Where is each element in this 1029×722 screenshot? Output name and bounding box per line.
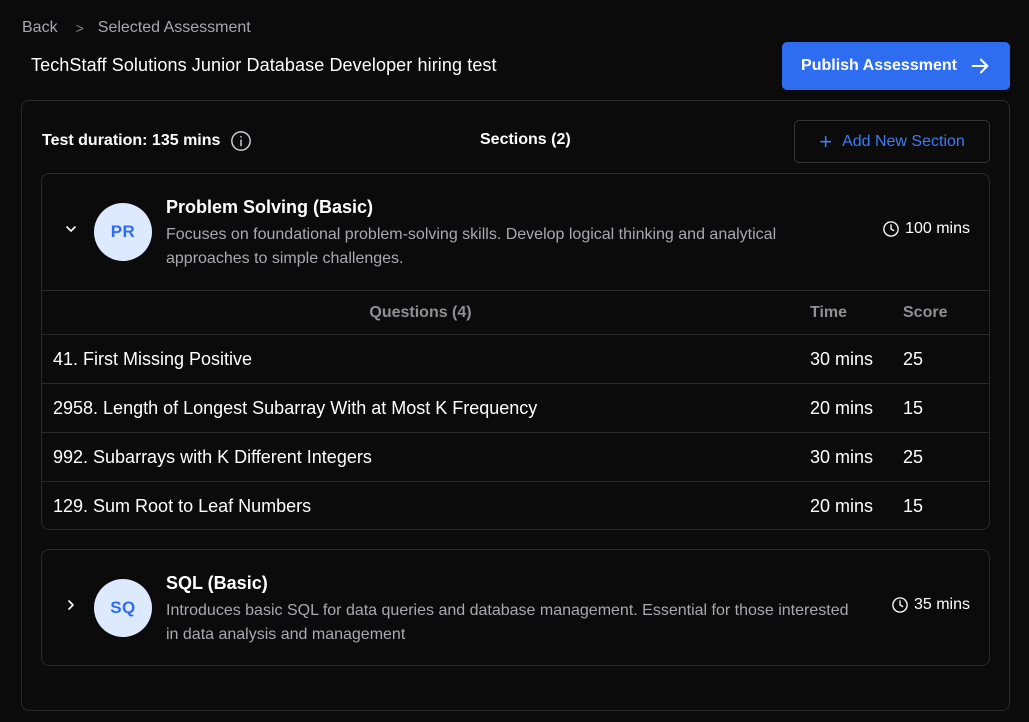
section-duration: 35 mins	[891, 596, 970, 614]
sections-count: Sections (2)	[480, 131, 571, 148]
question-name: 41. First Missing Positive	[42, 334, 799, 384]
section-duration: 100 mins	[882, 220, 970, 238]
arrow-right-icon	[971, 58, 989, 74]
plus-icon: +	[819, 128, 833, 154]
questions-table: Questions (4) Time Score 41. First Missi…	[42, 290, 989, 529]
question-time: 30 mins	[799, 334, 894, 384]
section-avatar: PR	[94, 203, 152, 261]
question-score: 25	[894, 334, 989, 384]
publish-assessment-button[interactable]: Publish Assessment	[782, 42, 1010, 90]
breadcrumb-current: Selected Assessment	[97, 19, 251, 36]
breadcrumb: Back > Selected Assessment	[22, 19, 251, 37]
assessment-panel: Test duration: 135 mins Sections (2) + A…	[21, 100, 1010, 711]
question-name: 992. Subarrays with K Different Integers	[42, 432, 799, 482]
question-time: 30 mins	[799, 432, 894, 482]
breadcrumb-back-link[interactable]: Back	[22, 19, 58, 37]
questions-column-header: Questions (4)	[42, 290, 799, 335]
question-time: 20 mins	[799, 481, 894, 529]
table-row[interactable]: 41. First Missing Positive 30 mins 25	[42, 334, 989, 384]
page-title: TechStaff Solutions Junior Database Deve…	[31, 55, 497, 75]
add-new-section-button[interactable]: + Add New Section	[794, 120, 990, 163]
chevron-down-icon[interactable]	[64, 222, 78, 236]
chevron-right-icon[interactable]	[64, 598, 78, 612]
section-card-sql: SQ SQL (Basic) Introduces basic SQL for …	[41, 549, 990, 666]
score-column-header: Score	[894, 290, 989, 335]
clock-icon	[892, 597, 908, 613]
info-icon[interactable]	[230, 130, 252, 152]
question-name: 2958. Length of Longest Subarray With at…	[42, 383, 799, 433]
chevron-right-icon: >	[75, 20, 84, 36]
table-header-row: Questions (4) Time Score	[42, 290, 989, 335]
question-score: 25	[894, 432, 989, 482]
time-column-header: Time	[799, 290, 894, 335]
section-card-problem-solving: PR Problem Solving (Basic) Focuses on fo…	[41, 173, 990, 530]
section-header[interactable]: PR Problem Solving (Basic) Focuses on fo…	[42, 174, 989, 290]
question-time: 20 mins	[799, 383, 894, 433]
test-duration-label: Test duration: 135 mins	[42, 132, 221, 149]
table-row[interactable]: 992. Subarrays with K Different Integers…	[42, 432, 989, 482]
section-description: Focuses on foundational problem-solving …	[166, 226, 777, 267]
clock-icon	[883, 221, 899, 237]
question-score: 15	[894, 383, 989, 433]
section-title: SQL (Basic)	[166, 573, 268, 593]
table-row[interactable]: 2958. Length of Longest Subarray With at…	[42, 383, 989, 433]
section-duration-value: 100 mins	[905, 220, 970, 237]
section-header[interactable]: SQ SQL (Basic) Introduces basic SQL for …	[42, 550, 989, 665]
table-row[interactable]: 129. Sum Root to Leaf Numbers 20 mins 15	[42, 481, 989, 529]
section-avatar: SQ	[94, 579, 152, 637]
section-duration-value: 35 mins	[913, 596, 970, 613]
test-duration: Test duration: 135 mins	[42, 130, 252, 152]
question-name: 129. Sum Root to Leaf Numbers	[42, 481, 799, 529]
publish-assessment-label: Publish Assessment	[801, 57, 957, 74]
question-score: 15	[894, 481, 989, 529]
add-new-section-label: Add New Section	[842, 132, 965, 150]
section-title: Problem Solving (Basic)	[166, 197, 374, 217]
section-description: Introduces basic SQL for data queries an…	[166, 602, 849, 643]
